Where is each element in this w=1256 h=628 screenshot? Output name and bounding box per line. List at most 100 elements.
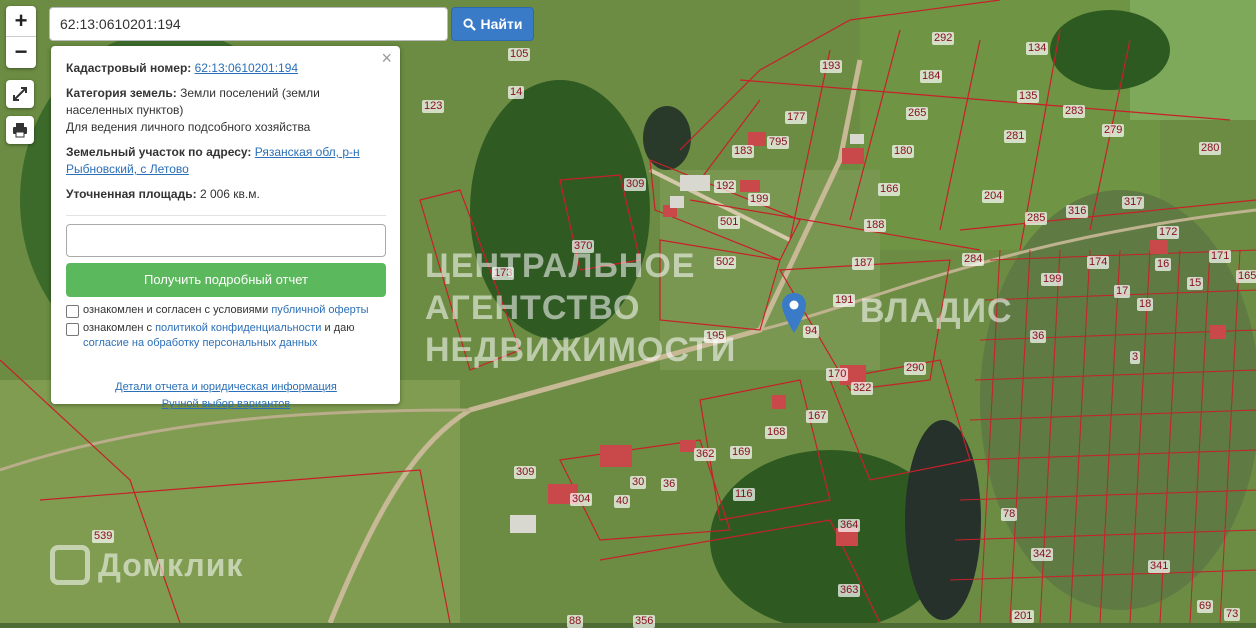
parcel-number: 165 bbox=[1236, 270, 1256, 283]
parcel-number: 172 bbox=[1157, 226, 1180, 239]
domclick-label: Домклик bbox=[98, 546, 244, 583]
parcel-number: 342 bbox=[1031, 548, 1054, 561]
category-label: Категория земель: bbox=[66, 86, 177, 100]
parcel-number: 501 bbox=[718, 216, 741, 229]
field-area bbox=[0, 380, 460, 623]
parcel-number: 3 bbox=[1130, 351, 1141, 364]
parcel-number: 539 bbox=[92, 530, 115, 543]
report-details-link[interactable]: Детали отчета и юридическая информация bbox=[115, 379, 337, 396]
area-value: 2 006 кв.м. bbox=[199, 187, 260, 201]
parcel-number: 166 bbox=[878, 183, 901, 196]
parcel-number: 364 bbox=[838, 519, 861, 532]
address-row: Земельный участок по адресу: Рязанская о… bbox=[66, 144, 386, 178]
offer-consent: ознакомлен и согласен с условиями публич… bbox=[66, 303, 386, 318]
forest-area bbox=[1050, 10, 1170, 90]
parcel-number: 265 bbox=[906, 107, 929, 120]
zoom-control: + − bbox=[6, 6, 36, 68]
offer-checkbox[interactable] bbox=[66, 305, 79, 318]
expand-icon bbox=[13, 87, 27, 101]
privacy-policy-link[interactable]: политикой конфиденциальности bbox=[155, 322, 321, 334]
parcel-number: 184 bbox=[920, 70, 943, 83]
zoom-out-button[interactable]: − bbox=[6, 36, 36, 67]
parcel-info-panel: × Кадастровый номер: 62:13:0610201:194 К… bbox=[51, 46, 400, 410]
manual-selection-link[interactable]: Ручной выбор вариантов bbox=[162, 396, 290, 413]
search-button-label: Найти bbox=[480, 16, 523, 32]
parcel-number: 180 bbox=[892, 145, 915, 158]
parcel-number: 188 bbox=[864, 219, 887, 232]
parcel-number: 15 bbox=[1187, 277, 1204, 290]
parcel-number: 134 bbox=[1026, 42, 1049, 55]
vladis-watermark: ВЛАДИС bbox=[860, 292, 1013, 330]
parcel-number: 292 bbox=[932, 32, 955, 45]
parcel-number: 69 bbox=[1197, 600, 1214, 613]
address-label: Земельный участок по адресу: bbox=[66, 145, 252, 159]
parcel-number: 281 bbox=[1004, 130, 1027, 143]
parcel-number: 170 bbox=[826, 368, 849, 381]
parcel-number: 36 bbox=[1030, 330, 1047, 343]
parcel-number: 177 bbox=[785, 111, 808, 124]
area-row: Уточненная площадь: 2 006 кв.м. bbox=[66, 186, 386, 216]
parcel-number: 201 bbox=[1012, 610, 1035, 623]
consent-text: ознакомлен и согласен с условиями bbox=[83, 304, 269, 316]
close-icon[interactable]: × bbox=[381, 49, 392, 67]
parcel-number: 199 bbox=[748, 193, 771, 206]
search-icon bbox=[462, 17, 476, 31]
parcel-number: 73 bbox=[1224, 608, 1241, 621]
parcel-number: 30 bbox=[630, 476, 647, 489]
parcel-number: 168 bbox=[765, 426, 788, 439]
parcel-number: 199 bbox=[1041, 273, 1064, 286]
cadastral-number-link[interactable]: 62:13:0610201:194 bbox=[195, 61, 298, 75]
parcel-number: 167 bbox=[806, 410, 829, 423]
parcel-number: 341 bbox=[1148, 560, 1171, 573]
agency-watermark: ЦЕНТРАЛЬНОЕ АГЕНТСТВО НЕДВИЖИМОСТИ bbox=[425, 245, 736, 371]
domclick-watermark: Домклик bbox=[50, 545, 243, 585]
parcel-number: 280 bbox=[1199, 142, 1222, 155]
parcel-number: 174 bbox=[1087, 256, 1110, 269]
consent-text: ознакомлен с bbox=[83, 322, 153, 334]
offer-consent-text: ознакомлен и согласен с условиями публич… bbox=[83, 303, 369, 318]
parcel-number: 356 bbox=[633, 615, 656, 628]
parcel-number: 204 bbox=[982, 190, 1005, 203]
panel-links: Детали отчета и юридическая информация Р… bbox=[66, 379, 386, 413]
location-pin-icon[interactable] bbox=[782, 293, 806, 333]
parcel-number: 192 bbox=[714, 180, 737, 193]
parcel-number: 78 bbox=[1001, 508, 1018, 521]
search-button[interactable]: Найти bbox=[451, 7, 534, 41]
pond bbox=[905, 420, 981, 620]
cadastral-label: Кадастровый номер: bbox=[66, 61, 192, 75]
cadastral-search-input[interactable] bbox=[49, 7, 448, 41]
public-offer-link[interactable]: публичной оферты bbox=[271, 304, 368, 316]
parcel-number: 363 bbox=[838, 584, 861, 597]
parcel-number: 171 bbox=[1209, 250, 1232, 263]
parcel-number: 322 bbox=[851, 382, 874, 395]
category-row: Категория земель: Земли поселений (земли… bbox=[66, 85, 386, 136]
watermark-line: АГЕНТСТВО bbox=[425, 289, 641, 327]
parcel-number: 285 bbox=[1025, 212, 1048, 225]
parcel-number: 88 bbox=[567, 615, 584, 628]
phone-input[interactable] bbox=[66, 224, 386, 257]
parcel-number: 191 bbox=[833, 294, 856, 307]
parcel-number: 317 bbox=[1122, 196, 1145, 209]
fullscreen-button[interactable] bbox=[6, 80, 34, 108]
watermark-line: НЕДВИЖИМОСТИ bbox=[425, 331, 737, 369]
parcel-number: 187 bbox=[852, 257, 875, 270]
parcel-number: 795 bbox=[767, 136, 790, 149]
parcel-number: 17 bbox=[1114, 285, 1131, 298]
parcel-number: 135 bbox=[1017, 90, 1040, 103]
parcel-number: 309 bbox=[514, 466, 537, 479]
watermark-line: ЦЕНТРАЛЬНОЕ bbox=[425, 247, 696, 285]
parcel-number: 123 bbox=[422, 100, 445, 113]
parcel-number: 284 bbox=[962, 253, 985, 266]
parcel-number: 362 bbox=[694, 448, 717, 461]
category-use: Для ведения личного подсобного хозяйства bbox=[66, 120, 311, 134]
get-report-button[interactable]: Получить подробный отчет bbox=[66, 263, 386, 297]
parcel-number: 183 bbox=[732, 145, 755, 158]
personal-data-link[interactable]: согласие на обработку персональных данны… bbox=[83, 337, 317, 349]
parcel-number: 169 bbox=[730, 446, 753, 459]
parcel-number: 304 bbox=[570, 493, 593, 506]
parcel-number: 16 bbox=[1155, 258, 1172, 271]
privacy-consent: ознакомлен с политикой конфиденциальност… bbox=[66, 321, 386, 351]
zoom-in-button[interactable]: + bbox=[6, 6, 36, 36]
print-button[interactable] bbox=[6, 116, 34, 144]
privacy-checkbox[interactable] bbox=[66, 323, 79, 336]
